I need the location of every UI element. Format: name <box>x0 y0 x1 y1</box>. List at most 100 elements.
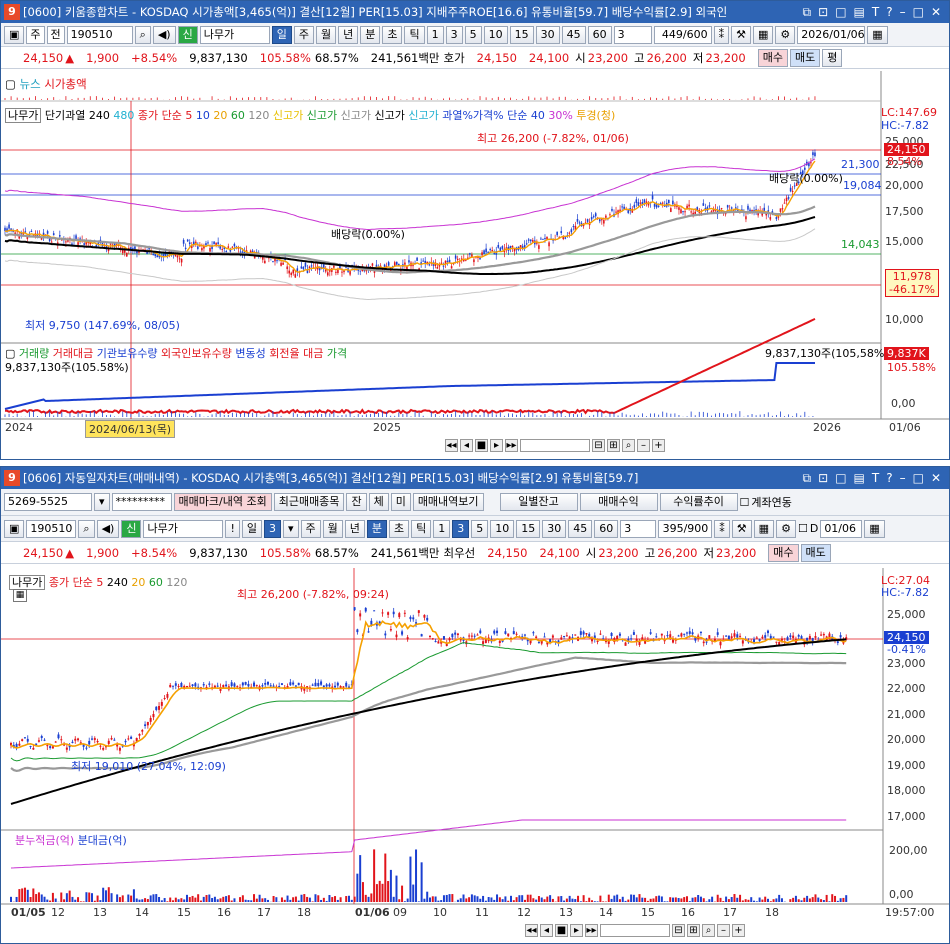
interval-60[interactable]: 60 <box>594 519 619 538</box>
pushpin-icon[interactable]: T <box>872 5 879 20</box>
link-icon[interactable]: □ <box>835 471 846 486</box>
scroll-first-icon[interactable]: ◂◂ <box>445 439 458 452</box>
zoom-out-icon[interactable]: ⊟ <box>592 439 605 452</box>
save-icon[interactable]: ▦ <box>752 25 774 44</box>
minus-icon[interactable]: – <box>637 439 650 452</box>
interval-15[interactable]: 15 <box>509 25 534 44</box>
period-minute[interactable]: 분 <box>360 25 381 44</box>
stock-name-field[interactable]: 나무가 <box>199 25 270 44</box>
calendar-icon[interactable]: ▦ <box>867 25 888 44</box>
period-week[interactable]: 주 <box>300 519 321 538</box>
tile-icon[interactable]: ▤ <box>854 471 865 486</box>
scroll-prev-icon[interactable]: ◂ <box>540 924 553 937</box>
indicator-icon[interactable]: ⁑ <box>713 25 730 44</box>
plus-icon[interactable]: + <box>732 924 745 937</box>
interval-10[interactable]: 10 <box>490 519 515 538</box>
stock-code-input[interactable]: 190510 <box>26 519 77 538</box>
calendar-icon[interactable]: ▦ <box>864 519 885 538</box>
market-select[interactable]: 주 <box>26 25 45 44</box>
restore-icon[interactable]: ⧉ <box>803 471 812 486</box>
data-count-field[interactable]: 449/600 <box>653 25 712 44</box>
trade-mark-query-button[interactable]: 매매마크/내역 조회 <box>173 493 272 511</box>
interval-30[interactable]: 30 <box>542 519 567 538</box>
date-checkbox[interactable]: ☐ <box>798 522 808 535</box>
date-field[interactable]: 01/06 <box>820 519 863 538</box>
period-year[interactable]: 년 <box>338 25 359 44</box>
interval-1[interactable]: 1 <box>433 519 451 538</box>
executed-button[interactable]: 체 <box>368 493 389 511</box>
magnifier-icon[interactable]: ⌕ <box>622 439 635 452</box>
gear-icon[interactable]: ⚙ <box>775 25 796 44</box>
interval-15[interactable]: 15 <box>516 519 541 538</box>
sell-button[interactable]: 매도 <box>800 543 831 562</box>
scroll-prev-icon[interactable]: ◂ <box>460 439 473 452</box>
restore-icon[interactable]: ⧉ <box>803 5 812 20</box>
scroll-last-icon[interactable]: ▸▸ <box>585 924 598 937</box>
help-icon[interactable]: ? <box>886 471 892 486</box>
period-day[interactable]: 일 <box>271 25 292 44</box>
period-second[interactable]: 초 <box>382 25 403 44</box>
account-link-checkbox[interactable]: ☐ <box>740 496 750 509</box>
close-icon[interactable]: ✕ <box>931 5 941 20</box>
tools-icon[interactable]: ⚒ <box>731 25 751 44</box>
alert-icon[interactable]: ! <box>225 519 240 538</box>
period-tick[interactable]: 틱 <box>404 25 425 44</box>
zoom-out-icon[interactable]: ⊟ <box>672 924 685 937</box>
stock-code-input[interactable]: 190510 <box>66 25 133 44</box>
password-field[interactable]: ********* <box>111 493 172 511</box>
scroll-first-icon[interactable]: ◂◂ <box>525 924 538 937</box>
chart-settings-icon[interactable]: ▣ <box>4 519 25 538</box>
grid-icon[interactable]: ▦ <box>13 589 27 602</box>
minus-icon[interactable]: – <box>717 924 730 937</box>
maximize-icon[interactable]: □ <box>913 471 924 486</box>
trade-profit-button[interactable]: 매매수익 <box>579 493 658 511</box>
interval-1[interactable]: 1 <box>426 25 444 44</box>
account-select[interactable]: 5269-5525 <box>4 493 92 511</box>
stock-name-field[interactable]: 나무가 <box>143 519 224 538</box>
unexecuted-button[interactable]: 미 <box>390 493 411 511</box>
interval-30[interactable]: 30 <box>535 25 560 44</box>
interval-select[interactable]: 3 <box>613 25 652 44</box>
balance-button[interactable]: 잔 <box>346 493 367 511</box>
eval-button[interactable]: 평 <box>822 48 843 67</box>
recent-stocks-button[interactable]: 최근매매종목 <box>273 493 345 511</box>
search-icon[interactable]: ⌕ <box>78 519 95 538</box>
period-month[interactable]: 월 <box>322 519 343 538</box>
speaker-icon[interactable]: ◀) <box>96 519 120 538</box>
zoom-slider[interactable] <box>600 924 670 937</box>
tools-icon[interactable]: ⚒ <box>731 519 752 538</box>
buy-button[interactable]: 매수 <box>757 48 788 67</box>
speaker-icon[interactable]: ◀) <box>152 25 176 44</box>
minimize-icon[interactable]: – <box>900 471 906 486</box>
magnifier-icon[interactable]: ⌕ <box>702 924 715 937</box>
count-select[interactable]: 3 <box>620 519 657 538</box>
interval-45[interactable]: 45 <box>568 519 593 538</box>
period-minute[interactable]: 분 <box>366 519 388 538</box>
interval-3[interactable]: 3 <box>452 519 470 538</box>
save-icon[interactable]: ▦ <box>753 519 775 538</box>
period-day[interactable]: 일 <box>241 519 263 538</box>
date-field[interactable]: 2026/01/06 <box>797 25 866 44</box>
daily-balance-button[interactable]: 일별잔고 <box>499 493 578 511</box>
search-icon[interactable]: ⌕ <box>134 25 151 44</box>
chart-settings-icon[interactable]: ▣ <box>4 25 25 44</box>
zoom-in-icon[interactable]: ⊞ <box>607 439 620 452</box>
close-icon[interactable]: ✕ <box>931 471 941 486</box>
interval-45[interactable]: 45 <box>561 25 586 44</box>
pin-icon[interactable]: ⊡ <box>818 471 828 486</box>
interval-3[interactable]: 3 <box>445 25 463 44</box>
stop-icon[interactable]: ■ <box>555 924 568 937</box>
tile-icon[interactable]: ▤ <box>854 5 865 20</box>
scope-select[interactable]: 전 <box>46 25 65 44</box>
chevron-down-icon[interactable]: ▾ <box>94 493 110 511</box>
interval-5[interactable]: 5 <box>471 519 489 538</box>
zoom-slider[interactable] <box>520 439 590 452</box>
scroll-last-icon[interactable]: ▸▸ <box>505 439 518 452</box>
period-year[interactable]: 년 <box>344 519 365 538</box>
trade-history-button[interactable]: 매매내역보기 <box>412 493 484 511</box>
period-week[interactable]: 주 <box>293 25 314 44</box>
minimize-icon[interactable]: – <box>900 5 906 20</box>
return-trend-button[interactable]: 수익률추이 <box>659 493 738 511</box>
period-tick[interactable]: 틱 <box>411 519 432 538</box>
sell-button[interactable]: 매도 <box>789 48 821 67</box>
